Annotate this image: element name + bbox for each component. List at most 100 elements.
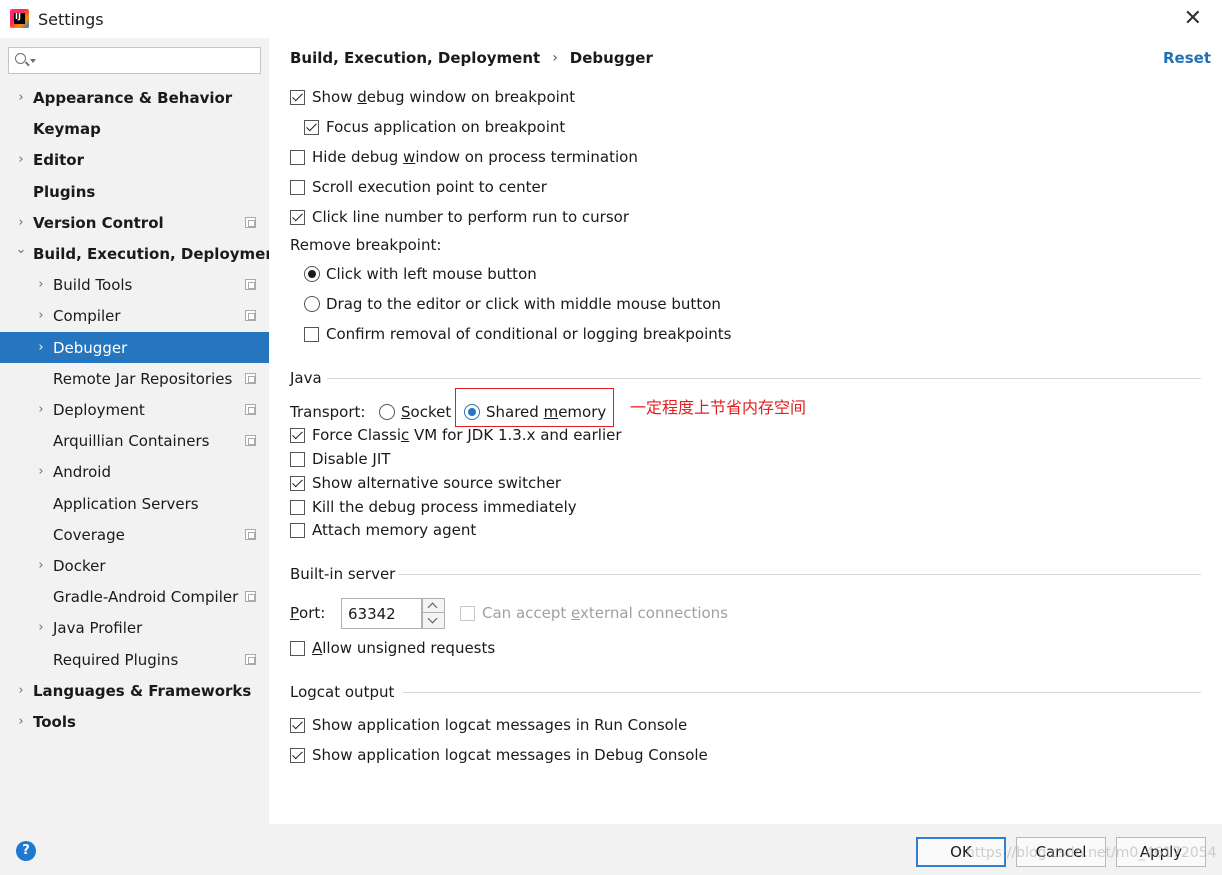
- apply-button[interactable]: Apply: [1116, 837, 1206, 867]
- reset-link[interactable]: Reset: [1163, 49, 1211, 67]
- annotation-text: 一定程度上节省内存空间: [630, 398, 807, 417]
- search-box[interactable]: [8, 47, 261, 74]
- project-scope-icon: [245, 529, 256, 540]
- hide-debug-window-checkbox[interactable]: Hide debug window on process termination: [290, 148, 638, 166]
- breadcrumb-parent[interactable]: Build, Execution, Deployment: [290, 49, 540, 67]
- sidebar-item-application-servers[interactable]: Application Servers: [0, 488, 269, 519]
- sidebar-item-label: Coverage: [53, 525, 125, 544]
- sidebar-item-keymap[interactable]: Keymap: [0, 113, 269, 144]
- checkbox-box[interactable]: [460, 605, 475, 621]
- logcat-debug-console-checkbox[interactable]: Show application logcat messages in Debu…: [290, 746, 708, 764]
- project-scope-icon: [245, 591, 256, 602]
- chevron-right-icon[interactable]: ›: [15, 153, 27, 166]
- sidebar-item-arquillian-containers[interactable]: Arquillian Containers: [0, 425, 269, 456]
- chevron-right-icon[interactable]: ›: [35, 403, 47, 416]
- logcat-run-console-checkbox[interactable]: Show application logcat messages in Run …: [290, 716, 687, 734]
- cancel-button[interactable]: Cancel: [1016, 837, 1106, 867]
- chevron-right-icon[interactable]: ›: [35, 559, 47, 572]
- sidebar-item-editor[interactable]: › Editor: [0, 144, 269, 175]
- sidebar-item-version-control[interactable]: › Version Control: [0, 207, 269, 238]
- sidebar-item-coverage[interactable]: Coverage: [0, 519, 269, 550]
- checkbox-box[interactable]: [290, 522, 305, 538]
- remove-drag-radio[interactable]: Drag to the editor or click with middle …: [304, 295, 721, 313]
- chevron-right-icon[interactable]: ›: [35, 278, 47, 291]
- chevron-right-icon[interactable]: ›: [35, 341, 47, 354]
- sidebar-item-label: Arquillian Containers: [53, 431, 210, 450]
- sidebar-item-label: Java Profiler: [53, 618, 143, 637]
- port-input[interactable]: 63342: [341, 598, 422, 629]
- attach-memory-agent-checkbox[interactable]: Attach memory agent: [290, 521, 476, 539]
- sidebar-item-label: Tools: [33, 712, 76, 731]
- focus-application-checkbox[interactable]: Focus application on breakpoint: [304, 118, 565, 136]
- chevron-down-icon[interactable]: ⌄: [15, 243, 27, 256]
- force-classic-vm-checkbox[interactable]: Force Classic VM for JDK 1.3.x and earli…: [290, 426, 622, 444]
- kill-debug-process-checkbox[interactable]: Kill the debug process immediately: [290, 498, 577, 516]
- remove-breakpoint-label: Remove breakpoint:: [290, 236, 442, 254]
- sidebar-item-java-profiler[interactable]: › Java Profiler: [0, 612, 269, 643]
- checkbox-box[interactable]: [290, 640, 305, 656]
- port-label: Port:: [290, 604, 326, 622]
- confirm-removal-checkbox[interactable]: Confirm removal of conditional or loggin…: [304, 325, 731, 343]
- allow-unsigned-requests-checkbox[interactable]: Allow unsigned requests: [290, 639, 495, 657]
- checkbox-box[interactable]: [290, 499, 305, 515]
- checkbox-box[interactable]: [304, 119, 319, 135]
- checkbox-box[interactable]: [290, 149, 305, 165]
- radio-button[interactable]: [304, 266, 320, 282]
- close-icon[interactable]: ✕: [1184, 6, 1202, 31]
- radio-button[interactable]: [304, 296, 320, 312]
- sidebar-item-gradle-android-compiler[interactable]: Gradle-Android Compiler: [0, 581, 269, 612]
- checkbox-box[interactable]: [290, 209, 305, 225]
- checkbox-box[interactable]: [290, 179, 305, 195]
- chevron-right-icon[interactable]: ›: [15, 216, 27, 229]
- sidebar-item-remote-jar-repositories[interactable]: Remote Jar Repositories: [0, 363, 269, 394]
- accept-external-connections-checkbox[interactable]: Can accept external connections: [460, 604, 728, 622]
- click-line-number-checkbox[interactable]: Click line number to perform run to curs…: [290, 208, 629, 226]
- checkbox-box[interactable]: [290, 717, 305, 733]
- sidebar-item-build-execution-deployment[interactable]: ⌄ Build, Execution, Deployment: [0, 238, 284, 269]
- checkbox-label: Scroll execution point to center: [312, 178, 547, 196]
- show-debug-window-checkbox[interactable]: Show debug window on breakpoint: [290, 88, 575, 106]
- spinner-up-icon[interactable]: [423, 599, 444, 613]
- checkbox-label: Attach memory agent: [312, 521, 477, 539]
- search-input[interactable]: [39, 50, 254, 71]
- spinner-down-icon[interactable]: [423, 614, 444, 628]
- checkbox-box[interactable]: [290, 451, 305, 467]
- sidebar-item-appearance-behavior[interactable]: › Appearance & Behavior: [0, 82, 269, 113]
- sidebar-item-languages-frameworks[interactable]: › Languages & Frameworks: [0, 675, 269, 706]
- sidebar-item-debugger[interactable]: › Debugger: [0, 332, 269, 363]
- checkbox-box[interactable]: [290, 427, 305, 443]
- chevron-right-icon[interactable]: ›: [35, 465, 47, 478]
- checkbox-box[interactable]: [304, 326, 319, 342]
- scroll-execution-point-checkbox[interactable]: Scroll execution point to center: [290, 178, 547, 196]
- sidebar-item-required-plugins[interactable]: Required Plugins: [0, 644, 269, 675]
- checkbox-box[interactable]: [290, 475, 305, 491]
- socket-radio[interactable]: Socket: [379, 403, 451, 421]
- sidebar-item-compiler[interactable]: › Compiler: [0, 300, 269, 331]
- port-spinner[interactable]: [422, 598, 445, 629]
- project-scope-icon: [245, 404, 256, 415]
- checkbox-box[interactable]: [290, 89, 305, 105]
- breadcrumb: Build, Execution, Deployment › Debugger: [290, 49, 653, 67]
- sidebar-item-label: Version Control: [33, 213, 164, 232]
- search-options-caret-icon[interactable]: [30, 59, 36, 63]
- sidebar-item-docker[interactable]: › Docker: [0, 550, 269, 581]
- checkbox-label: Show application logcat messages in Run …: [312, 716, 688, 734]
- chevron-right-icon[interactable]: ›: [35, 621, 47, 634]
- chevron-right-icon[interactable]: ›: [35, 309, 47, 322]
- project-scope-icon: [245, 310, 256, 321]
- sidebar-item-tools[interactable]: › Tools: [0, 706, 269, 737]
- radio-button[interactable]: [379, 404, 395, 420]
- sidebar-item-plugins[interactable]: Plugins: [0, 176, 269, 207]
- help-icon[interactable]: ?: [16, 841, 36, 861]
- sidebar-item-deployment[interactable]: › Deployment: [0, 394, 269, 425]
- chevron-right-icon[interactable]: ›: [15, 715, 27, 728]
- ok-button[interactable]: OK: [916, 837, 1006, 867]
- sidebar-item-build-tools[interactable]: › Build Tools: [0, 269, 269, 300]
- chevron-right-icon[interactable]: ›: [15, 684, 27, 697]
- checkbox-box[interactable]: [290, 747, 305, 763]
- disable-jit-checkbox[interactable]: Disable JIT: [290, 450, 390, 468]
- chevron-right-icon[interactable]: ›: [15, 91, 27, 104]
- sidebar-item-android[interactable]: › Android: [0, 456, 269, 487]
- remove-left-click-radio[interactable]: Click with left mouse button: [304, 265, 537, 283]
- alternative-source-checkbox[interactable]: Show alternative source switcher: [290, 474, 561, 492]
